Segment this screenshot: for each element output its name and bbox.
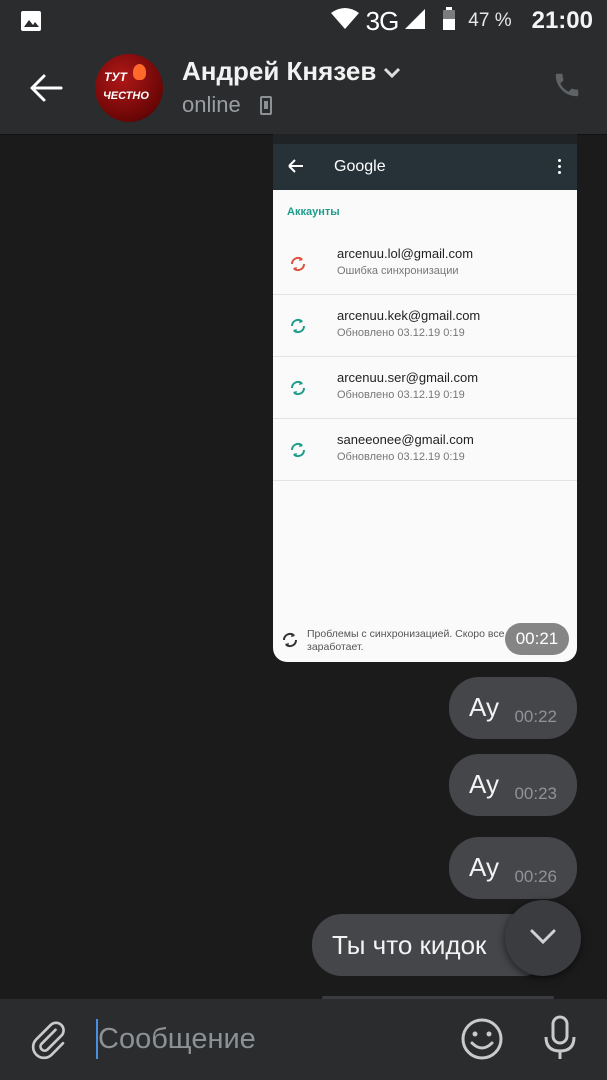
avatar[interactable]: ТУТ ЧЕСТНО [95,54,163,122]
message-text: Ты что кидок [332,930,487,960]
message-input[interactable] [98,1023,438,1056]
network-type: 3G [365,5,400,36]
account-email: saneeonee@gmail.com [337,432,474,447]
avatar-text-bottom: ЧЕСТНО [103,90,149,102]
account-email: arcenuu.kek@gmail.com [337,308,481,323]
account-row: arcenuu.lol@gmail.com Ошибка синхронизац… [273,233,577,295]
mobile-device-icon [260,96,272,115]
image-message[interactable]: Google Аккаунты arcenuu.lol@gmail.com Ош… [273,134,577,662]
sync-icon [289,379,307,402]
message-time: 00:23 [514,784,557,803]
message-text: Ау [469,769,500,799]
sync-problem-text: Проблемы с синхронизацией. Скоро все зар… [307,628,505,653]
clock: 21:00 [531,7,593,34]
sync-problem-icon [281,631,299,654]
account-row: arcenuu.kek@gmail.com Обновлено 03.12.19… [273,295,577,357]
message-bubble[interactable]: Ау 00:22 [449,677,577,739]
wifi-icon [330,7,360,35]
account-status: Обновлено 03.12.19 0:19 [337,451,465,463]
message-bubble[interactable]: Ау 00:23 [449,754,577,816]
battery-percent: 47 % [468,10,512,31]
message-time: 00:26 [514,867,557,886]
bulb-icon [133,64,146,80]
back-arrow-icon[interactable] [28,70,68,106]
chevron-down-icon[interactable] [382,66,402,85]
back-arrow-icon [287,157,305,180]
message-time: 00:22 [514,707,557,726]
account-status: Обновлено 03.12.19 0:19 [337,327,465,339]
more-vert-icon [558,159,561,174]
contact-name[interactable]: Андрей Князев [182,56,376,87]
account-row: arcenuu.ser@gmail.com Обновлено 03.12.19… [273,357,577,419]
scroll-down-button[interactable] [505,900,581,976]
status-bar: 3G 47 % 21:00 [0,0,607,42]
message-composer [0,999,607,1080]
sync-error-icon [289,255,307,278]
account-email: arcenuu.lol@gmail.com [337,246,474,261]
account-row: saneeonee@gmail.com Обновлено 03.12.19 0… [273,419,577,481]
accounts-section-title: Аккаунты [287,206,340,218]
message-text: Ау [469,692,500,722]
message-text: Ау [469,852,500,882]
message-time: 00:21 [505,623,569,655]
signal-icon [404,8,426,35]
sync-icon [289,317,307,340]
sync-icon [289,441,307,464]
message-bubble[interactable]: Ау 00:26 [449,837,577,899]
chevron-down-icon [530,929,556,945]
screenshot-toolbar: Google [273,144,577,190]
chat-header: ТУТ ЧЕСТНО Андрей Князев online [0,42,607,135]
screenshot-title: Google [334,158,386,175]
account-email: arcenuu.ser@gmail.com [337,370,479,385]
gallery-icon [20,10,42,37]
phone-call-icon[interactable] [552,70,582,105]
microphone-icon[interactable] [541,1015,579,1066]
paperclip-icon[interactable] [28,1017,68,1066]
emoji-icon[interactable] [460,1017,504,1066]
account-status: Ошибка синхронизации [337,265,459,277]
battery-icon [442,6,456,36]
account-status: Обновлено 03.12.19 0:19 [337,389,465,401]
avatar-text-top: ТУТ [104,70,127,84]
screenshot-status-bar [273,134,577,144]
contact-status: online [182,92,241,117]
